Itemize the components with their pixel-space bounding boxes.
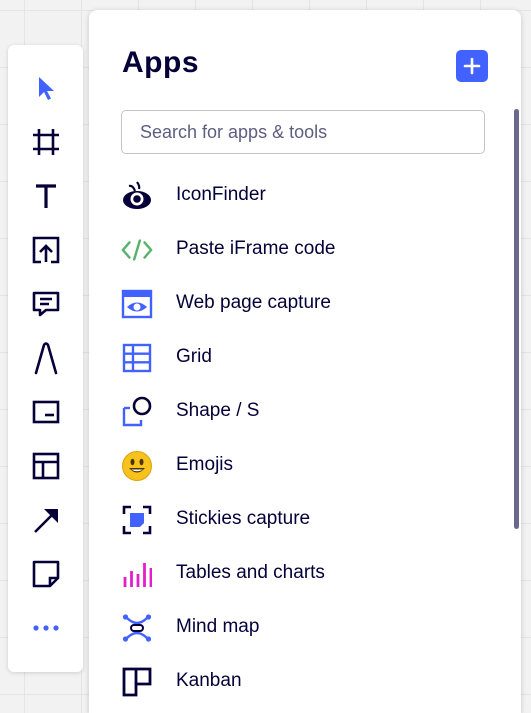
web-capture-icon	[121, 288, 153, 320]
arrow-icon	[34, 509, 58, 533]
plus-icon	[463, 57, 481, 75]
app-item-shape[interactable]: Shape / S	[89, 384, 509, 438]
pen-tool[interactable]	[27, 339, 65, 377]
arrow-tool[interactable]	[27, 501, 65, 539]
kanban-icon	[121, 666, 153, 698]
chart-icon	[121, 558, 153, 590]
scrollbar[interactable]	[514, 109, 519, 529]
app-item-grid[interactable]: Grid	[89, 330, 509, 384]
apps-panel: Apps IconFinder	[89, 10, 521, 713]
panel-title: Apps	[122, 46, 199, 79]
app-item-mind-map[interactable]: Mind map	[89, 600, 509, 654]
text-icon	[36, 184, 56, 208]
app-label: IconFinder	[176, 184, 266, 205]
comment-icon	[32, 291, 60, 317]
app-item-emojis[interactable]: Emojis	[89, 438, 509, 492]
app-item-iconfinder[interactable]: IconFinder	[89, 168, 509, 222]
mind-map-icon	[121, 612, 153, 644]
app-item-stickies-capture[interactable]: Stickies capture	[89, 492, 509, 546]
app-list: IconFinder Paste iFrame code Web page ca…	[89, 168, 509, 708]
stickies-capture-icon	[121, 504, 153, 536]
more-tools-button[interactable]	[27, 609, 65, 647]
shape-icon	[121, 396, 153, 428]
templates-icon	[32, 452, 60, 480]
more-icon	[33, 625, 59, 631]
templates-tool[interactable]	[27, 447, 65, 485]
emoji-icon	[121, 450, 153, 482]
app-item-tables-and-charts[interactable]: Tables and charts	[89, 546, 509, 600]
frame-icon	[33, 129, 59, 155]
app-label: Tables and charts	[176, 562, 325, 583]
app-item-kanban[interactable]: Kanban	[89, 654, 509, 708]
pen-icon	[34, 342, 58, 375]
app-label: Mind map	[176, 616, 260, 637]
upload-icon	[32, 236, 60, 264]
app-label: Shape / S	[176, 400, 260, 421]
cursor-icon	[39, 77, 54, 100]
grid-icon	[121, 342, 153, 374]
card-icon	[32, 400, 60, 424]
comment-tool[interactable]	[27, 285, 65, 323]
select-tool[interactable]	[27, 69, 65, 107]
iconfinder-icon	[121, 180, 153, 212]
frame-tool[interactable]	[27, 123, 65, 161]
app-item-web-page-capture[interactable]: Web page capture	[89, 276, 509, 330]
app-item-paste-iframe-code[interactable]: Paste iFrame code	[89, 222, 509, 276]
app-label: Emojis	[176, 454, 234, 475]
sticky-note-icon	[32, 560, 60, 588]
search-input[interactable]	[121, 110, 485, 154]
card-tool[interactable]	[27, 393, 65, 431]
app-label: Grid	[176, 346, 212, 367]
app-label: Paste iFrame code	[176, 238, 336, 259]
app-label: Kanban	[176, 670, 242, 691]
upload-tool[interactable]	[27, 231, 65, 269]
add-app-button[interactable]	[456, 50, 488, 82]
app-label: Web page capture	[176, 292, 331, 313]
code-icon	[121, 234, 153, 266]
sticky-note-tool[interactable]	[27, 555, 65, 593]
left-toolbar	[8, 45, 83, 672]
text-tool[interactable]	[27, 177, 65, 215]
app-label: Stickies capture	[176, 508, 311, 529]
